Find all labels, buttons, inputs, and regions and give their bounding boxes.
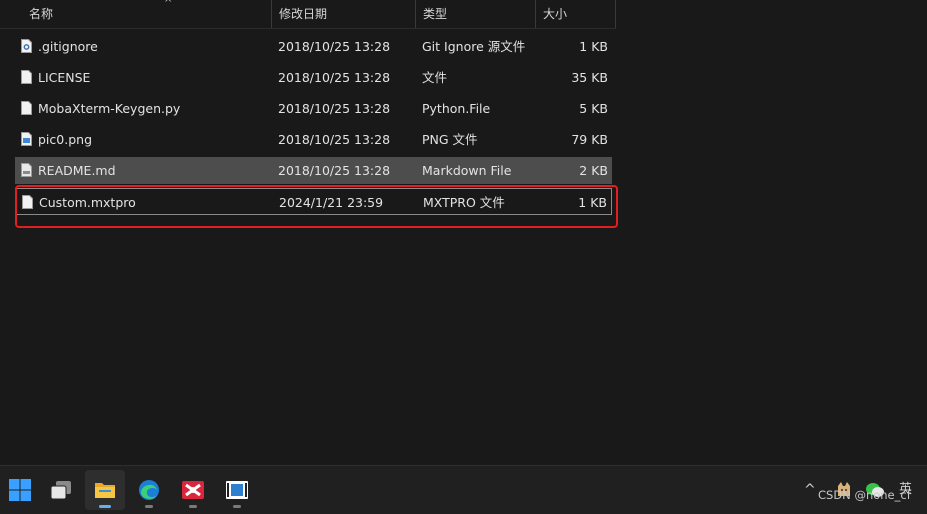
watermark: CSDN @none_cf [818,488,911,502]
mobaxterm-taskbar-button[interactable] [173,470,213,510]
file-name: LICENSE [38,70,91,85]
file-size: 5 KB [579,101,608,116]
column-type-header[interactable]: 类型 [416,0,536,28]
column-name-header[interactable]: 名称 ^ [22,0,272,28]
file-size: 79 KB [571,132,608,147]
file-date: 2018/10/25 13:28 [278,39,391,54]
file-type: Python.File [422,101,491,116]
gear-file-icon [21,39,32,53]
file-explorer-window: 名称 ^ 修改日期 类型 大小 .gitignore 2018/10/25 13… [0,0,927,465]
media-app-taskbar-button[interactable] [217,470,257,510]
file-type: Markdown File [422,163,512,178]
file-row[interactable]: LICENSE 2018/10/25 13:28 文件 35 KB [15,64,612,91]
column-name-label: 名称 [29,7,54,21]
file-row[interactable]: .gitignore 2018/10/25 13:28 Git Ignore 源… [15,33,612,60]
edge-browser-icon [139,480,159,500]
image-file-icon [21,132,32,146]
file-explorer-icon [95,483,115,498]
column-size-header[interactable]: 大小 [536,0,616,28]
tray-overflow-chevron-icon[interactable]: ^ [804,466,816,514]
file-type: PNG 文件 [422,132,478,147]
file-type: Git Ignore 源文件 [422,39,526,54]
column-type-label: 类型 [423,7,448,21]
blank-file-icon [21,101,32,115]
blank-file-icon [21,70,32,84]
mobaxterm-icon [182,481,204,499]
windows-start-icon [9,479,31,501]
running-indicator [189,505,197,508]
file-row[interactable]: pic0.png 2018/10/25 13:28 PNG 文件 79 KB [15,126,612,153]
file-date: 2018/10/25 13:28 [278,70,391,85]
file-name: pic0.png [38,132,92,147]
media-app-icon [226,481,248,499]
file-date: 2018/10/25 13:28 [278,132,391,147]
file-type: 文件 [422,70,448,85]
file-row[interactable]: README.md 2018/10/25 13:28 Markdown File… [15,157,612,184]
start-button[interactable] [0,470,40,510]
file-row[interactable]: MobaXterm-Keygen.py 2018/10/25 13:28 Pyt… [15,95,612,122]
active-indicator [99,505,111,508]
task-view-icon [50,481,71,500]
file-explorer-taskbar-button[interactable] [85,470,125,510]
file-name: .gitignore [38,39,98,54]
red-highlight-annotation [15,185,618,228]
file-size: 35 KB [571,70,608,85]
file-size: 2 KB [579,163,608,178]
file-name: MobaXterm-Keygen.py [38,101,181,116]
column-date-header[interactable]: 修改日期 [272,0,416,28]
file-date: 2018/10/25 13:28 [278,163,391,178]
taskbar: ^ 英 [0,465,927,514]
task-view-button[interactable] [41,470,81,510]
column-size-label: 大小 [543,7,568,21]
file-date: 2018/10/25 13:28 [278,101,391,116]
column-date-label: 修改日期 [279,7,328,21]
column-header: 名称 ^ 修改日期 类型 大小 [0,0,616,29]
edge-taskbar-button[interactable] [129,470,169,510]
file-size: 1 KB [579,39,608,54]
running-indicator [145,505,153,508]
running-indicator [233,505,241,508]
markdown-file-icon [21,163,32,177]
file-name: README.md [38,163,116,178]
sort-ascending-icon: ^ [164,0,173,9]
